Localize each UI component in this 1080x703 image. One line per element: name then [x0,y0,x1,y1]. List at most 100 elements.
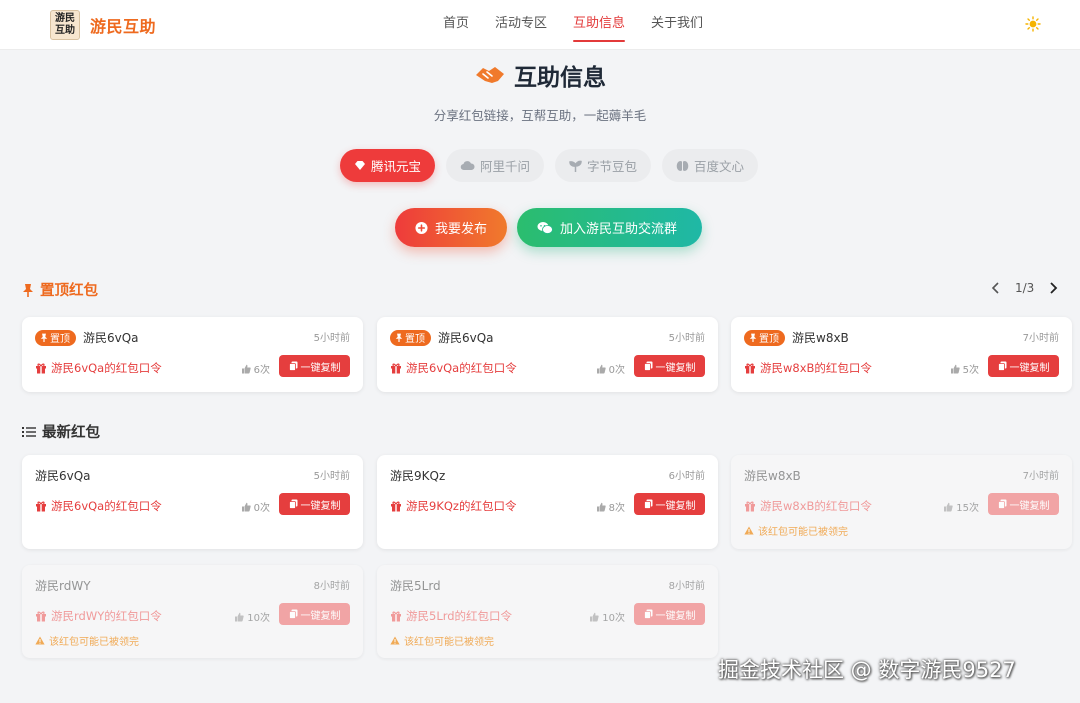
logo[interactable]: 游民 互助 [50,10,80,40]
copy-button[interactable]: 一键复制 [634,355,705,377]
pin-icon [395,333,403,342]
pin-icon [40,333,48,342]
wechat-icon [537,221,553,234]
card-code[interactable]: 游民6vQa的红包口令 [35,498,162,514]
chevron-right-icon [1050,282,1058,294]
warning-text: 该红包可能已被领完 [49,637,139,648]
tab-tencent-yuanbao[interactable]: 腾讯元宝 [340,149,436,182]
theme-toggle-button[interactable] [1024,15,1042,33]
card-code[interactable]: 游民9KQz的红包口令 [390,498,516,514]
latest-title-text: 最新红包 [42,425,100,441]
card-likes[interactable]: 15次 [943,499,979,514]
claimed-warning: 该红包可能已被领完 [744,523,848,538]
code-text: 游民9KQz的红包口令 [406,499,517,513]
copy-icon [288,361,297,371]
copy-button[interactable]: 一键复制 [988,493,1059,515]
tab-baidu-wenxin[interactable]: 百度文心 [662,149,759,182]
copy-button[interactable]: 一键复制 [279,493,350,515]
likes-count: 0次 [608,365,625,376]
tab-label: 阿里千问 [480,159,531,174]
card-likes[interactable]: 0次 [596,361,625,376]
card-likes[interactable]: 8次 [596,499,625,514]
tab-ali-qianwen[interactable]: 阿里千问 [446,149,545,182]
pinned-badge: 置顶 [35,329,76,346]
pinned-card: 置顶 游民6vQa 5小时前 游民6vQa的红包口令 0次 一键复制 [377,317,718,392]
card-likes[interactable]: 6次 [241,361,270,376]
card-code[interactable]: 游民5Lrd的红包口令 [390,608,512,624]
likes-count: 15次 [956,503,979,514]
copy-button[interactable]: 一键复制 [634,493,705,515]
pinned-badge: 置顶 [744,329,785,346]
prev-page-button[interactable] [988,280,1004,296]
join-group-button[interactable]: 加入游民互助交流群 [517,208,702,247]
thumb-up-icon [944,502,953,511]
tab-bytedance-doubao[interactable]: 字节豆包 [555,149,652,182]
copy-label: 一键复制 [300,500,341,512]
pinned-card: 置顶 游民w8xB 7小时前 游民w8xB的红包口令 5次 一键复制 [731,317,1072,392]
claimed-warning: 该红包可能已被领完 [390,633,494,648]
warning-icon [390,636,400,645]
nav-activities[interactable]: 活动专区 [495,0,547,50]
thumb-up-icon [596,364,606,373]
card-username: 游民6vQa [83,331,139,345]
code-text: 游民5Lrd的红包口令 [406,609,513,623]
thumb-up-icon [590,612,599,621]
card-likes[interactable]: 10次 [589,609,625,624]
nav-home[interactable]: 首页 [443,0,469,50]
copy-button[interactable]: 一键复制 [988,355,1059,377]
card-code[interactable]: 游民w8xB的红包口令 [744,360,872,376]
latest-card-claimed: 游民w8xB 7小时前 游民w8xB的红包口令 15次 一键复制 该红包可能已被… [731,455,1072,549]
copy-label: 一键复制 [300,362,341,374]
pinned-badge: 置顶 [390,329,431,346]
nav-mutual-help[interactable]: 互助信息 [573,0,626,50]
platform-tabs: 腾讯元宝 阿里千问 字节豆包 百度文心 [340,149,769,183]
nav-about[interactable]: 关于我们 [651,0,703,50]
copy-label: 一键复制 [655,362,696,374]
card-likes[interactable]: 5次 [950,361,979,376]
brand-name[interactable]: 游民互助 [90,13,156,37]
card-username: 游民rdWY [35,579,91,593]
card-code[interactable]: 游民w8xB的红包口令 [744,498,872,514]
publish-button[interactable]: 我要发布 [395,208,507,247]
logo-text-line2: 互助 [55,25,75,36]
action-row: 我要发布 加入游民互助交流群 [395,208,702,247]
card-code[interactable]: 游民rdWY的红包口令 [35,608,162,624]
card-username: 游民6vQa [35,469,91,483]
page-subtitle: 分享红包链接，互帮互助，一起薅羊毛 [433,108,647,123]
thumb-up-icon [950,364,960,373]
join-label: 加入游民互助交流群 [560,222,678,237]
next-page-button[interactable] [1045,280,1061,296]
card-code[interactable]: 游民6vQa的红包口令 [390,360,517,376]
copy-label: 一键复制 [1009,362,1050,374]
tab-label: 字节豆包 [587,159,638,174]
sun-icon [1025,16,1041,32]
thumb-up-icon [241,364,251,373]
code-text: 游民w8xB的红包口令 [760,499,872,513]
card-time: 7小时前 [1022,333,1059,344]
latest-section-title: 最新红包 [22,421,100,442]
copy-label: 一键复制 [1009,500,1050,512]
sprout-icon [569,160,582,172]
card-username: 游民5Lrd [390,579,441,593]
badge-label: 置顶 [50,334,70,345]
handshake-icon [476,67,504,83]
plus-circle-icon [415,221,428,234]
code-text: 游民6vQa的红包口令 [51,499,162,513]
likes-count: 10次 [247,613,270,624]
chevron-left-icon [991,282,999,294]
claimed-warning: 该红包可能已被领完 [35,633,139,648]
pinned-title-text: 置顶红包 [40,283,98,299]
card-username: 游民6vQa [438,331,494,345]
thumb-up-icon [241,502,251,511]
warning-icon [744,526,754,535]
copy-icon [643,361,652,371]
copy-button[interactable]: 一键复制 [279,603,350,625]
copy-button[interactable]: 一键复制 [279,355,350,377]
card-code[interactable]: 游民6vQa的红包口令 [35,360,162,376]
card-likes[interactable]: 10次 [234,609,270,624]
card-likes[interactable]: 0次 [241,499,270,514]
code-text: 游民6vQa的红包口令 [51,361,162,375]
card-time: 6小时前 [668,471,705,482]
card-username: 游民9KQz [390,469,446,483]
copy-button[interactable]: 一键复制 [634,603,705,625]
